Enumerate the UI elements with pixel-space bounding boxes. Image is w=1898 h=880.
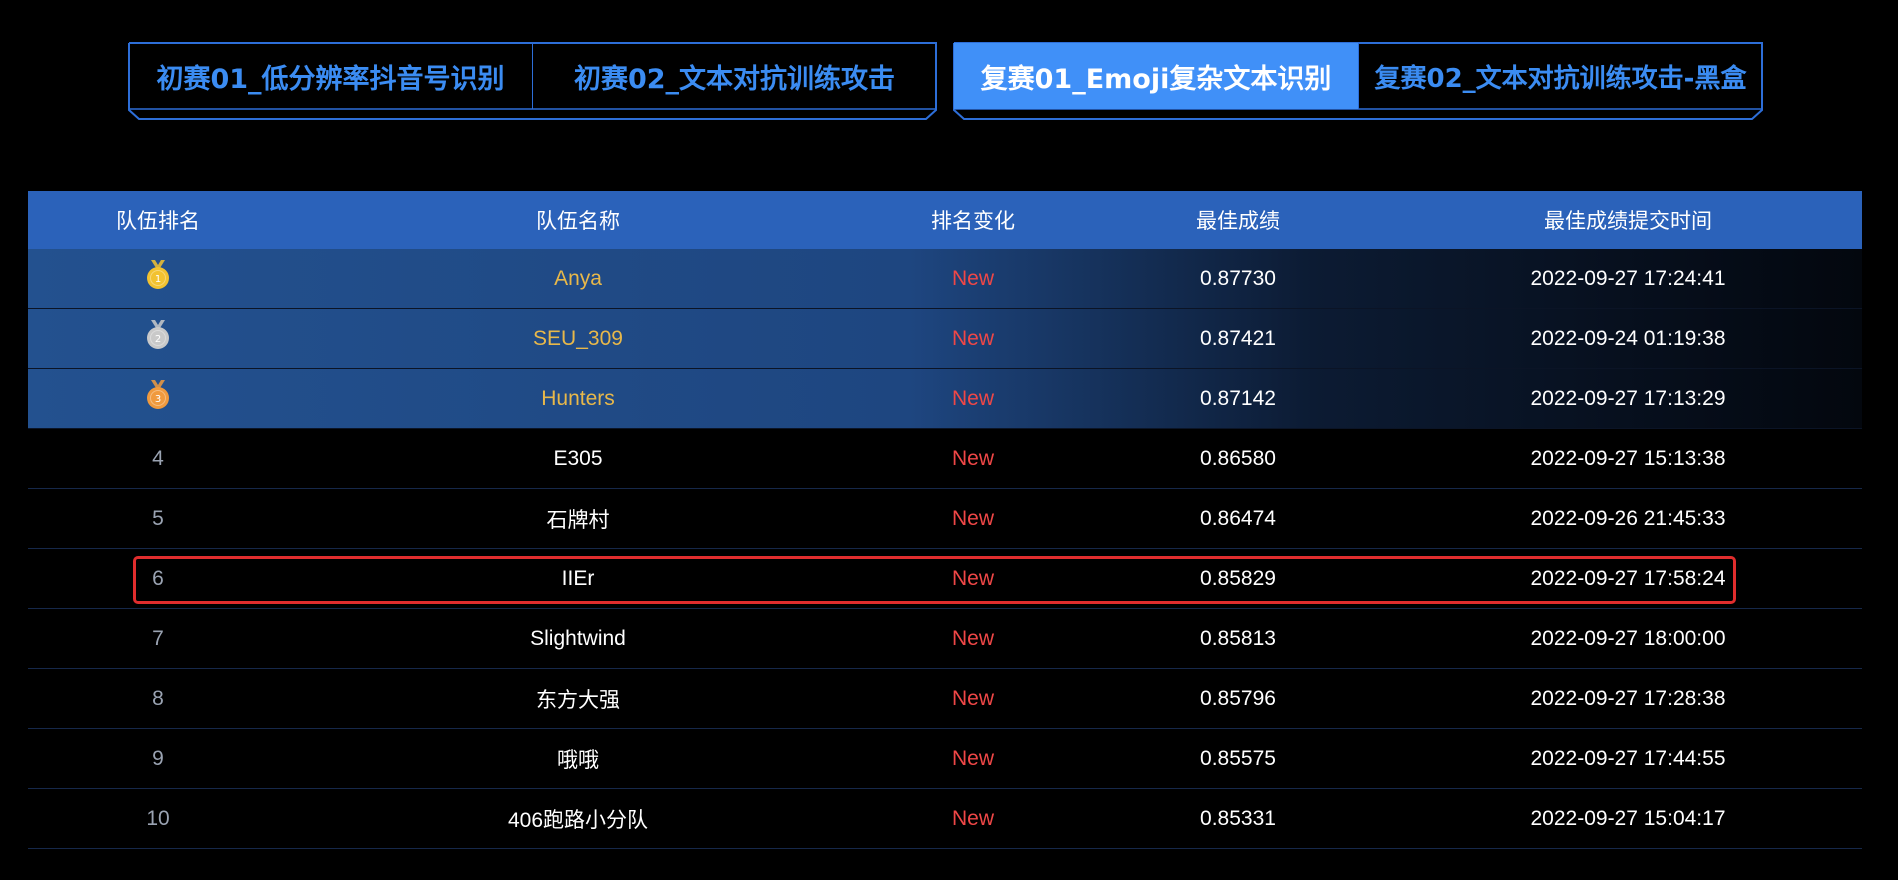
best-score: 0.86580 [1200, 446, 1276, 470]
leaderboard-table: 队伍排名 队伍名称 排名变化 最佳成绩 最佳成绩提交时间 1 Anya New 0.8… [28, 191, 1862, 849]
submit-time: 2022-09-27 17:44:55 [1530, 746, 1726, 770]
final-tab-group: 复赛01_Emoji复杂文本识别 复赛02_文本对抗训练攻击-黑盒 [953, 42, 1763, 120]
team-name: SEU_309 [533, 326, 623, 350]
rank-change: New [951, 386, 994, 410]
rank-number: 8 [152, 686, 164, 710]
best-score: 0.85796 [1200, 686, 1276, 710]
rank-number: 9 [152, 746, 164, 770]
header-team: 队伍名称 [536, 210, 620, 233]
highlight-box [133, 556, 1736, 604]
submit-time: 2022-09-27 15:13:38 [1530, 446, 1726, 470]
tab-final-02[interactable]: 复赛02_文本对抗训练攻击-黑盒 [1358, 43, 1762, 109]
table-row: 10 406跑路小分队 New 0.85331 2022-09-27 15:04:17 [28, 789, 1862, 849]
team-name: 东方大强 [536, 688, 620, 712]
table-header: 队伍排名 队伍名称 排名变化 最佳成绩 最佳成绩提交时间 [28, 191, 1862, 249]
rank-change: New [951, 746, 994, 770]
rank-change: New [951, 806, 994, 830]
best-score: 0.85575 [1200, 746, 1276, 770]
best-score: 0.85813 [1200, 626, 1276, 650]
submit-time: 2022-09-27 18:00:00 [1530, 626, 1726, 650]
header-change: 排名变化 [931, 210, 1015, 233]
rank-change: New [951, 626, 994, 650]
silver-medal-icon: 2 [147, 320, 169, 349]
submit-time: 2022-09-27 17:24:41 [1530, 266, 1726, 290]
preliminary-tab-group: 初赛01_低分辨率抖音号识别 初赛02_文本对抗训练攻击 [128, 42, 937, 120]
tab-preliminary-02[interactable]: 初赛02_文本对抗训练攻击 [532, 43, 936, 109]
best-score: 0.85331 [1200, 806, 1276, 830]
medal-rank: 3 [155, 394, 161, 405]
table-row: 8 东方大强 New 0.85796 2022-09-27 17:28:38 [28, 669, 1862, 729]
rank-change: New [951, 506, 994, 530]
best-score: 0.87142 [1200, 386, 1276, 410]
team-name: 哦哦 [557, 748, 599, 772]
rank-change: New [951, 686, 994, 710]
submit-time: 2022-09-26 21:45:33 [1530, 506, 1726, 530]
team-name: E305 [553, 446, 603, 470]
table-row: 2 SEU_309 New 0.87421 2022-09-24 01:19:38 [28, 309, 1862, 369]
gold-medal-icon: 1 [147, 260, 169, 289]
header-score: 最佳成绩 [1196, 210, 1280, 233]
submit-time: 2022-09-27 15:04:17 [1530, 806, 1726, 830]
rank-change: New [951, 266, 994, 290]
rank-medal: 3 [28, 379, 288, 417]
rank-medal: 1 [28, 259, 288, 297]
submit-time: 2022-09-27 17:28:38 [1530, 686, 1726, 710]
table-row: 1 Anya New 0.87730 2022-09-27 17:24:41 [28, 249, 1862, 309]
tab-final-01[interactable]: 复赛01_Emoji复杂文本识别 [954, 43, 1358, 109]
rank-medal: 2 [28, 319, 288, 357]
medal-rank: 1 [155, 274, 161, 285]
table-row: 7 Slightwind New 0.85813 2022-09-27 18:00:00 [28, 609, 1862, 669]
best-score: 0.87421 [1200, 326, 1276, 350]
rank-change: New [951, 326, 994, 350]
header-time: 最佳成绩提交时间 [1544, 210, 1712, 233]
table-body: 1 Anya New 0.87730 2022-09-27 17:24:41 2 SEU_3… [28, 249, 1862, 849]
tab-preliminary-01[interactable]: 初赛01_低分辨率抖音号识别 [129, 43, 532, 109]
rank-number: 4 [152, 446, 164, 470]
team-name: 406跑路小分队 [507, 808, 649, 832]
rank-number: 5 [152, 506, 164, 530]
team-name: Slightwind [530, 626, 626, 650]
header-rank: 队伍排名 [116, 210, 200, 233]
best-score: 0.87730 [1200, 266, 1276, 290]
submit-time: 2022-09-24 01:19:38 [1530, 326, 1726, 350]
team-name: 石牌村 [546, 508, 610, 532]
table-row: 9 哦哦 New 0.85575 2022-09-27 17:44:55 [28, 729, 1862, 789]
team-name: Hunters [541, 386, 615, 410]
submit-time: 2022-09-27 17:13:29 [1530, 386, 1726, 410]
best-score: 0.86474 [1200, 506, 1276, 530]
table-row: 5 石牌村 New 0.86474 2022-09-26 21:45:33 [28, 489, 1862, 549]
table-row: 4 E305 New 0.86580 2022-09-27 15:13:38 [28, 429, 1862, 489]
medal-rank: 2 [155, 334, 161, 345]
table-row: 3 Hunters New 0.87142 2022-09-27 17:13:29 [28, 369, 1862, 429]
bronze-medal-icon: 3 [147, 380, 169, 409]
rank-change: New [951, 446, 994, 470]
team-name: Anya [554, 266, 602, 290]
rank-number: 10 [146, 806, 170, 830]
rank-number: 7 [152, 626, 164, 650]
